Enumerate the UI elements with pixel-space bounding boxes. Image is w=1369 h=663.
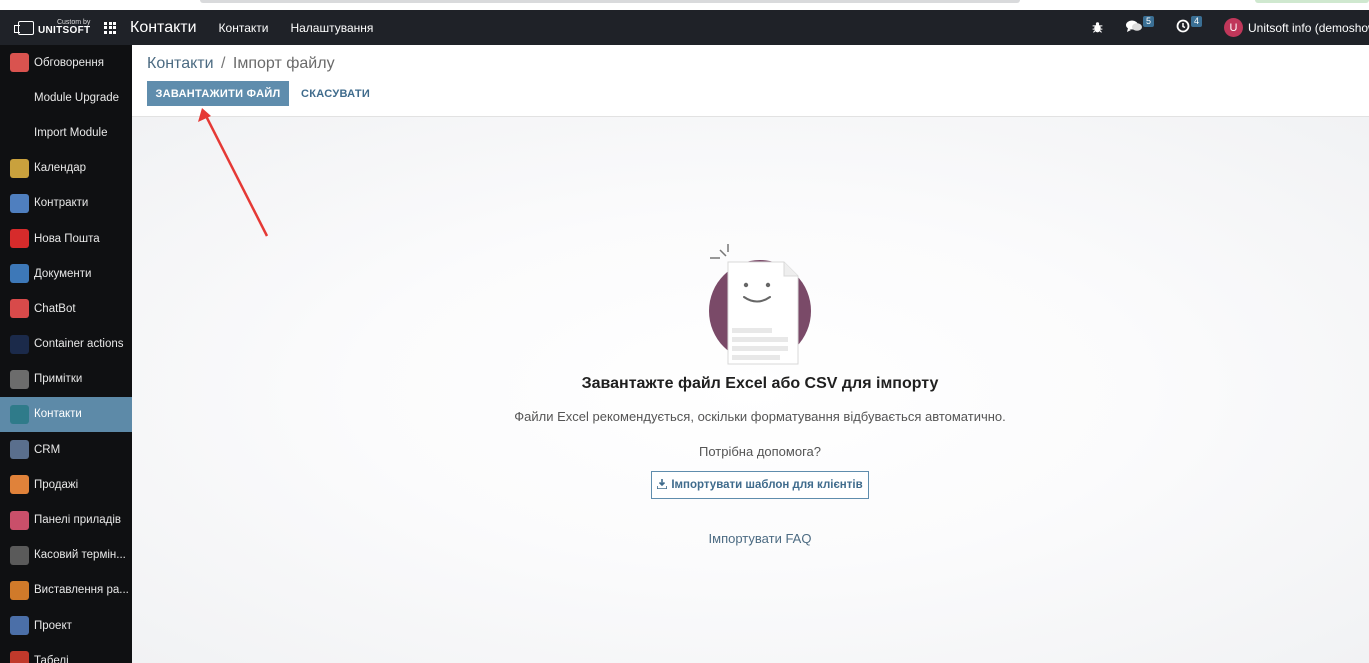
crm-icon (10, 440, 29, 460)
import-subtext: Файли Excel рекомендується, оскільки фор… (514, 409, 1006, 424)
sidebar-item-label: Import Module (34, 126, 108, 139)
breadcrumb-parent-link[interactable]: Контакти (147, 55, 214, 72)
sidebar-item-label: Обговорення (34, 56, 104, 69)
messages-count-badge: 5 (1142, 16, 1154, 27)
upload-file-button[interactable]: ЗАВАНТАЖИТИ ФАЙЛ (147, 81, 289, 106)
main-area: Контакти / Імпорт файлу ЗАВАНТАЖИТИ ФАЙЛ… (132, 45, 1369, 663)
sidebar-item[interactable]: Проект (0, 608, 132, 643)
sales-icon (10, 475, 29, 495)
sidebar-item[interactable]: Нова Пошта (0, 221, 132, 256)
import-heading: Завантажте файл Excel або CSV для імпорт… (581, 375, 939, 392)
apps-menu-icon[interactable] (104, 21, 116, 34)
messages-button[interactable]: 5 (1125, 16, 1154, 36)
sidebar-item-label: Документи (34, 267, 92, 280)
breadcrumb-current: Імпорт файлу (232, 55, 335, 72)
clock-icon (1176, 19, 1190, 36)
sidebar-item[interactable]: Module Upgrade (0, 80, 132, 115)
sidebar-item-label: Проект (34, 619, 72, 632)
chat-icon (10, 53, 29, 73)
documents-icon (10, 264, 29, 284)
sidebar-item[interactable]: CRM (0, 432, 132, 467)
help-text: Потрібна допомога? (699, 444, 821, 459)
nova-poshta-icon (10, 229, 29, 249)
container-icon (10, 334, 29, 354)
sidebar-item-label: Контакти (34, 408, 82, 421)
browser-top-strip (0, 0, 1369, 10)
sidebar-item[interactable]: ChatBot (0, 291, 132, 326)
project-icon (10, 616, 29, 636)
sidebar-item[interactable]: Документи (0, 256, 132, 291)
breadcrumb-separator: / (221, 55, 226, 72)
pos-icon (10, 545, 29, 565)
breadcrumb: Контакти / Імпорт файлу (147, 55, 335, 73)
sidebar-item[interactable]: Касовий термін... (0, 538, 132, 573)
activities-count-badge: 4 (1190, 16, 1202, 27)
sidebar-item-label: Табелі (34, 654, 69, 663)
sidebar-item-label: Module Upgrade (34, 91, 120, 104)
notes-icon (10, 369, 29, 389)
sidebar-item[interactable]: Контракти (0, 186, 132, 221)
sidebar-item-label: ChatBot (34, 302, 76, 315)
brand-name: UNITSOFT (38, 25, 91, 36)
chatbot-icon (10, 299, 29, 319)
invoicing-icon (10, 580, 29, 600)
import-template-label: Імпортувати шаблон для клієнтів (671, 479, 863, 491)
sidebar-item-label: Календар (34, 162, 87, 175)
timesheet-icon (10, 651, 29, 663)
user-avatar: U (1224, 18, 1243, 37)
cancel-button[interactable]: СКАСУВАТИ (295, 81, 376, 106)
download-icon (656, 478, 669, 492)
import-template-button[interactable]: Імпортувати шаблон для клієнтів (651, 471, 869, 499)
apps-sidebar: Обговорення Module Upgrade Import Module Ка… (0, 45, 132, 663)
sidebar-item[interactable]: Примітки (0, 362, 132, 397)
sidebar-item[interactable]: Container actions (0, 327, 132, 362)
sidebar-item-label: Продажі (34, 478, 79, 491)
contract-icon (10, 193, 29, 213)
bug-icon[interactable] (1091, 21, 1104, 34)
sidebar-item[interactable]: Обговорення (0, 45, 132, 80)
menu-settings[interactable]: Налаштування (290, 21, 373, 35)
sidebar-item-label: CRM (34, 443, 61, 456)
import-faq-link[interactable]: Імпортувати FAQ (132, 531, 1369, 546)
sidebar-item[interactable]: Контакти (0, 396, 132, 433)
calendar-icon (10, 158, 29, 178)
sidebar-item[interactable]: Календар (0, 151, 132, 186)
sidebar-item-label: Виставлення ра... (34, 584, 129, 597)
sidebar-item-label: Панелі приладів (34, 514, 122, 527)
sidebar-item-label: Примітки (34, 373, 83, 386)
menu-contacts[interactable]: Контакти (219, 21, 269, 35)
dashboard-icon (10, 510, 29, 530)
user-name: Unitsoft info (demoshow (1248, 20, 1369, 35)
sidebar-item[interactable]: Продажі (0, 467, 132, 502)
sidebar-item[interactable]: Виставлення ра... (0, 573, 132, 608)
annotation-arrow-icon (198, 108, 269, 237)
sidebar-item[interactable]: Import Module (0, 115, 132, 150)
user-menu[interactable]: U Unitsoft info (demoshow (1224, 18, 1369, 37)
sidebar-item[interactable]: Панелі приладів (0, 502, 132, 537)
top-navbar: Custom by UNITSOFT Контакти Контакти Нал… (0, 10, 1369, 45)
activities-button[interactable]: 4 (1176, 16, 1202, 36)
sidebar-item-label: Касовий термін... (34, 549, 126, 562)
contacts-icon (10, 404, 29, 424)
sidebar-item-label: Контракти (34, 197, 89, 210)
sidebar-item-label: Нова Пошта (34, 232, 100, 245)
app-title: Контакти (130, 18, 197, 36)
brand-logo[interactable]: Custom by UNITSOFT (0, 10, 92, 45)
unitsoft-logo-icon (14, 20, 34, 35)
import-content: Завантажте файл Excel або CSV для імпорт… (132, 117, 1369, 663)
messages-icon (1125, 20, 1142, 36)
sidebar-item-label: Container actions (34, 338, 124, 351)
sidebar-item[interactable]: Табелі (0, 643, 132, 663)
smiling-document-icon (709, 244, 811, 365)
control-panel: Контакти / Імпорт файлу ЗАВАНТАЖИТИ ФАЙЛ… (132, 45, 1369, 117)
